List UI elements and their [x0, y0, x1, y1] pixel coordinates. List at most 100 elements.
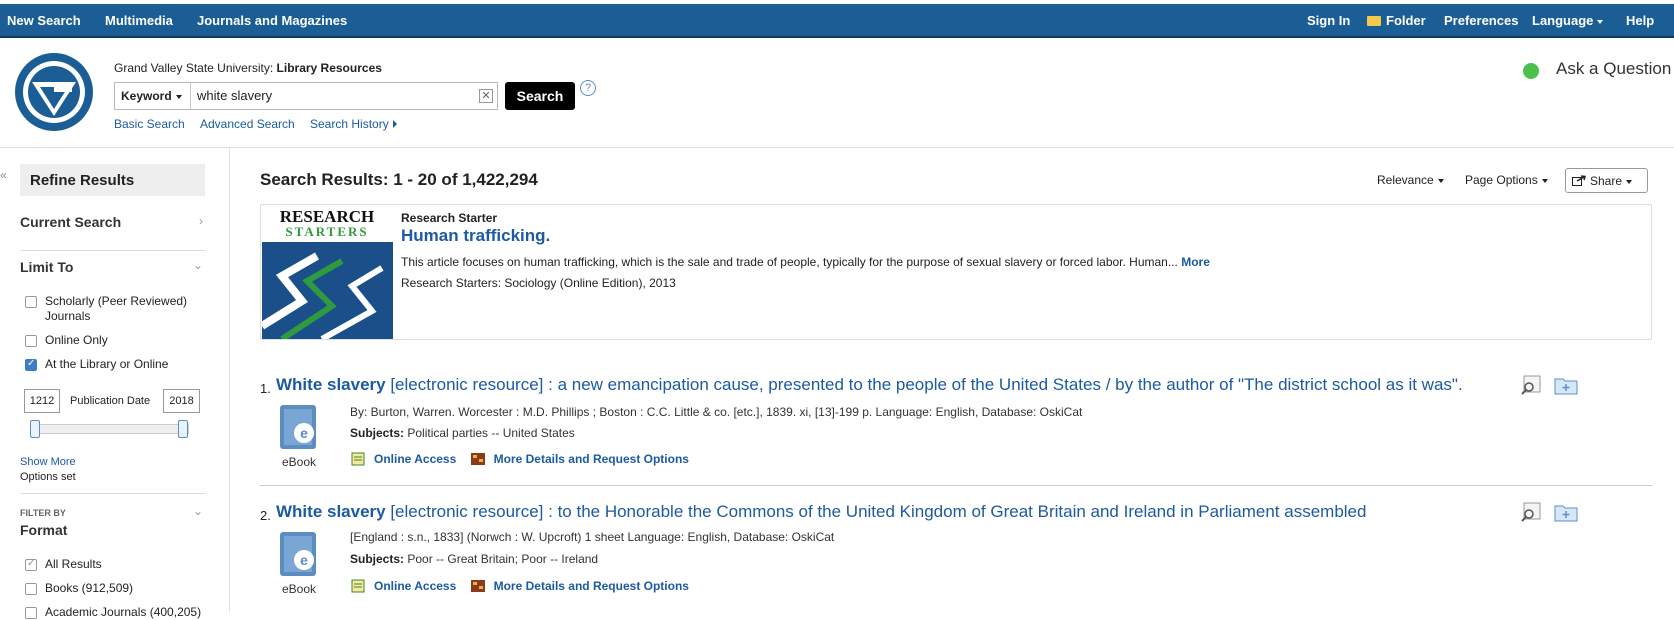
nav-sign-in[interactable]: Sign In: [1307, 13, 1350, 28]
catalog-icon: [470, 453, 485, 465]
field-select-label: Keyword: [121, 89, 172, 103]
title-rest: [electronic resource] : to the Honorable…: [385, 502, 1367, 521]
share-button[interactable]: Share: [1565, 168, 1648, 193]
research-starter-title[interactable]: Human trafficking.: [401, 226, 550, 246]
more-details-link[interactable]: More Details and Request Options: [494, 579, 689, 593]
result-record: 1. White slavery [electronic resource] :…: [260, 375, 1652, 475]
nav-preferences[interactable]: Preferences: [1444, 13, 1518, 28]
ebook-label: eBook: [282, 455, 317, 469]
chevron-down-icon: [175, 94, 182, 99]
subjects-label: Subjects:: [350, 552, 405, 566]
research-starters-logo: RESEARCH STARTERS: [262, 206, 393, 339]
nav-multimedia[interactable]: Multimedia: [105, 13, 173, 28]
limit-to-toggle[interactable]: Limit To: [20, 259, 73, 275]
preview-icon[interactable]: [1520, 502, 1542, 522]
nav-language-label: Language: [1532, 13, 1594, 28]
divider: [20, 493, 205, 494]
advanced-search-link[interactable]: Advanced Search: [200, 117, 295, 131]
share-icon: [1572, 175, 1586, 186]
basic-search-link[interactable]: Basic Search: [114, 117, 185, 131]
online-access-link[interactable]: Online Access: [374, 452, 456, 466]
online-only-checkbox[interactable]: [25, 335, 37, 347]
options-set-label: Options set: [20, 471, 76, 483]
chevron-down-icon[interactable]: ⌄: [193, 504, 203, 518]
record-subjects: Subjects: Poor -- Great Britain; Poor --…: [350, 552, 598, 566]
field-select[interactable]: Keyword: [115, 83, 191, 109]
record-title-link[interactable]: White slavery [electronic resource] : a …: [276, 375, 1463, 395]
online-access-icon: [351, 579, 365, 593]
divider: [20, 250, 205, 251]
research-starter-card: RESEARCH STARTERS Research Starter Human…: [260, 204, 1652, 340]
sort-relevance-dropdown[interactable]: Relevance: [1377, 173, 1444, 187]
library-resources-label: Library Resources: [276, 61, 382, 75]
page-options-dropdown[interactable]: Page Options: [1465, 173, 1548, 187]
results-count: 1 - 20 of 1,422,294: [393, 170, 538, 189]
online-only-label: Online Only: [45, 333, 108, 347]
sidebar: « Refine Results Current Search › Limit …: [0, 148, 230, 619]
date-from-input[interactable]: 1212: [24, 389, 60, 413]
date-slider-track[interactable]: [32, 424, 189, 434]
svg-text:e: e: [300, 552, 308, 568]
nav-journals-and-magazines[interactable]: Journals and Magazines: [197, 13, 347, 28]
chevron-right-icon[interactable]: ›: [199, 214, 203, 228]
record-title-link[interactable]: White slavery [electronic resource] : to…: [276, 502, 1366, 522]
record-number: 1.: [260, 381, 271, 396]
nav-folder[interactable]: Folder: [1367, 13, 1426, 28]
ebook-icon: e: [280, 405, 316, 449]
library-online-label: At the Library or Online: [45, 357, 169, 371]
all-results-checkbox[interactable]: [25, 558, 37, 571]
svg-text:e: e: [300, 425, 308, 441]
scholarly-checkbox[interactable]: [25, 296, 37, 308]
academic-journals-checkbox[interactable]: [25, 607, 37, 619]
search-input[interactable]: white slavery: [197, 88, 272, 103]
online-access-link[interactable]: Online Access: [374, 579, 456, 593]
more-details-link[interactable]: More Details and Request Options: [494, 452, 689, 466]
refine-results-heading: Refine Results: [20, 164, 205, 196]
search-history-label: Search History: [310, 117, 389, 131]
library-online-checkbox[interactable]: [25, 358, 37, 371]
chevron-down-icon[interactable]: ⌄: [193, 258, 203, 272]
top-nav-bar: New Search Multimedia Journals and Magaz…: [0, 4, 1674, 38]
more-link[interactable]: More: [1181, 255, 1210, 269]
add-to-folder-icon[interactable]: [1554, 375, 1578, 395]
chevron-down-icon: [1541, 178, 1548, 183]
date-to-input[interactable]: 2018: [163, 389, 200, 413]
collapse-sidebar-icon[interactable]: «: [0, 168, 10, 192]
current-search-toggle[interactable]: Current Search: [20, 214, 121, 230]
record-tools: [1520, 502, 1600, 526]
record-byline: [England : s.n., 1833] (Norwch : W. Upcr…: [350, 530, 835, 544]
search-button[interactable]: Search: [505, 82, 575, 110]
page-options-label: Page Options: [1465, 173, 1538, 187]
title-rest: [electronic resource] : a new emancipati…: [385, 375, 1463, 394]
record-links: Online Access More Details and Request O…: [350, 452, 699, 466]
title-bold: White slavery: [276, 502, 386, 521]
record-byline: By: Burton, Warren. Worcester : M.D. Phi…: [350, 405, 1083, 419]
record-subjects: Subjects: Political parties -- United St…: [350, 426, 575, 440]
search-history-link[interactable]: Search History: [310, 117, 397, 131]
record-tools: [1520, 375, 1600, 399]
all-results-label: All Results: [45, 557, 102, 571]
nav-help[interactable]: Help: [1626, 13, 1654, 28]
nav-folder-label: Folder: [1386, 13, 1426, 28]
books-checkbox[interactable]: [25, 583, 37, 595]
gvsu-logo-icon: [15, 53, 93, 131]
chevron-down-icon: [1597, 19, 1604, 24]
ask-a-question[interactable]: Ask a Question: [1556, 59, 1671, 79]
ebook-label: eBook: [282, 582, 317, 596]
preview-icon[interactable]: [1520, 375, 1542, 395]
abstract-text: This article focuses on human traffickin…: [401, 255, 1178, 269]
ebook-icon: e: [280, 532, 316, 576]
help-icon[interactable]: ?: [580, 80, 596, 96]
date-slider-min-handle[interactable]: [30, 420, 40, 438]
research-starter-source: Research Starters: Sociology (Online Edi…: [401, 276, 676, 290]
clear-icon[interactable]: ✕: [479, 89, 493, 103]
nav-new-search[interactable]: New Search: [7, 13, 81, 28]
show-more-link[interactable]: Show More: [20, 456, 76, 468]
result-record: 2. White slavery [electronic resource] :…: [260, 502, 1652, 612]
chevron-down-icon: [1437, 178, 1444, 183]
date-slider-max-handle[interactable]: [178, 420, 188, 438]
filter-by-label: FILTER BY: [20, 508, 66, 518]
add-to-folder-icon[interactable]: [1554, 502, 1578, 522]
publication-date-label: Publication Date: [70, 395, 151, 407]
nav-language[interactable]: Language: [1532, 13, 1604, 28]
